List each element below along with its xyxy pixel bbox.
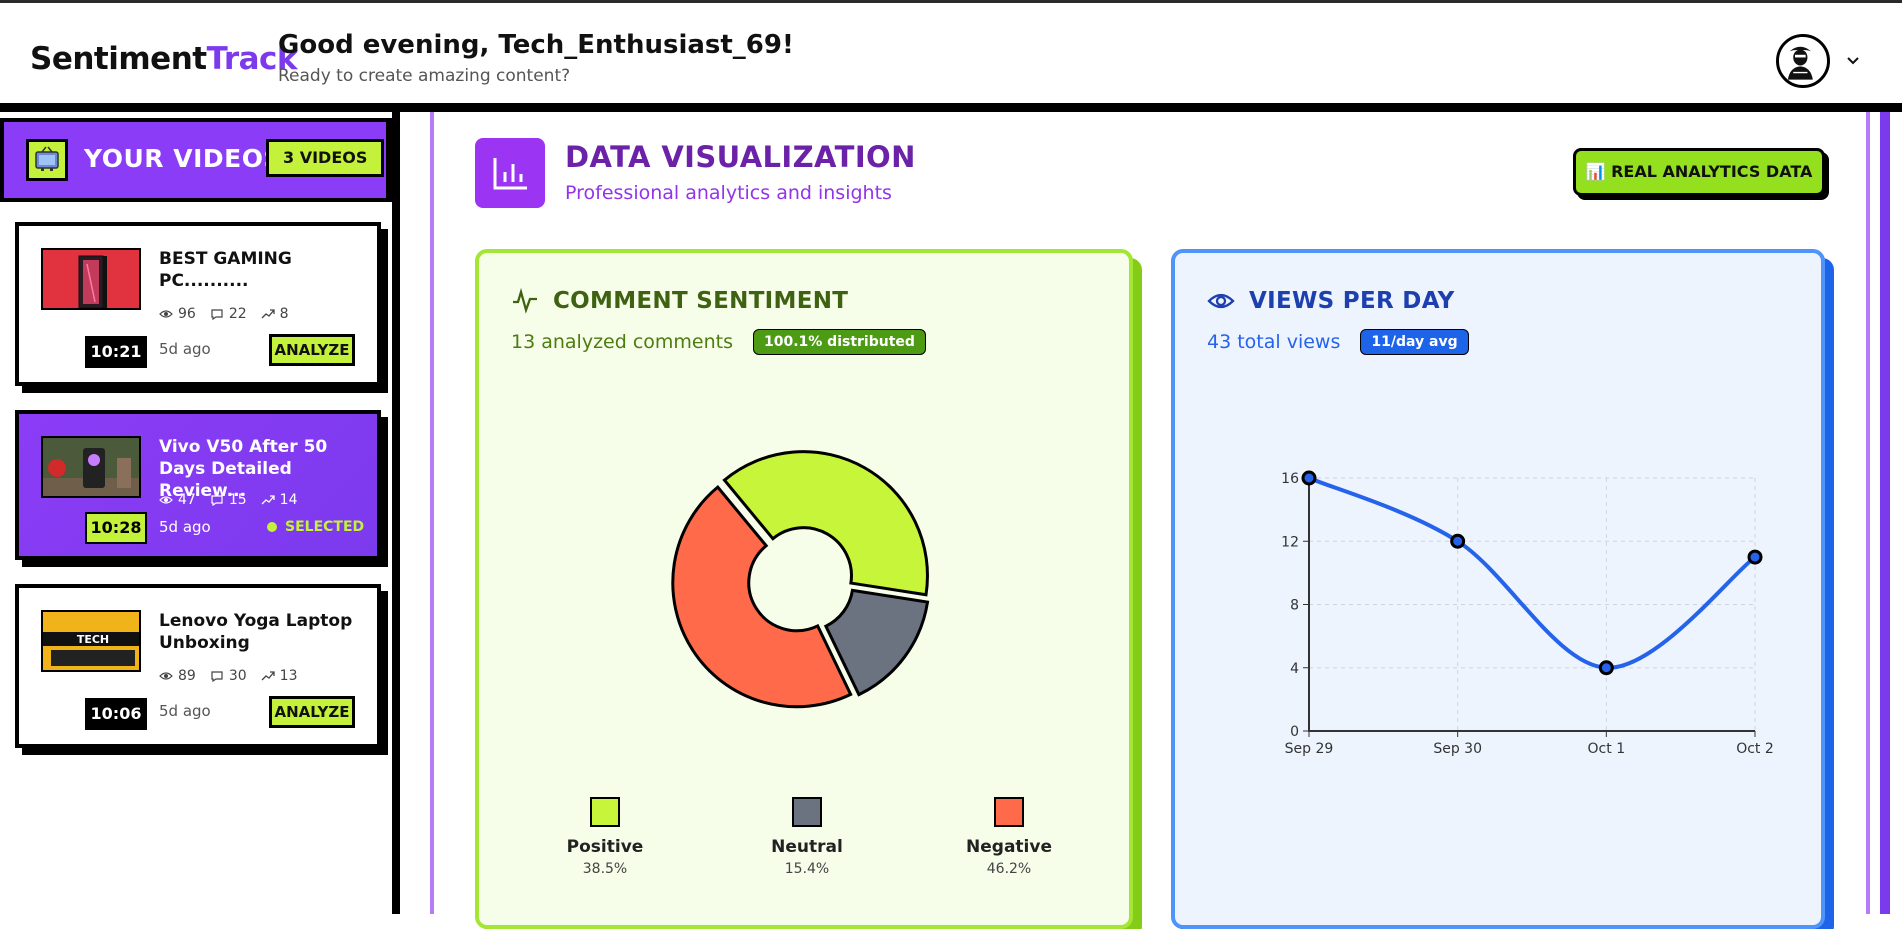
video-title: Lenovo Yoga Laptop Unboxing <box>159 611 353 653</box>
trend-count: 8 <box>279 306 289 322</box>
chevron-down-icon[interactable] <box>1844 51 1862 69</box>
sentiment-summary: 13 analyzed comments <box>511 331 733 353</box>
greeting-text: Good evening, Tech_Enthusiast_69! <box>278 30 794 60</box>
view-count: 96 <box>178 306 196 322</box>
status-dot <box>267 522 277 532</box>
data-point[interactable] <box>1747 549 1763 565</box>
y-tick-label: 4 <box>1290 661 1299 677</box>
y-tick-label: 12 <box>1281 534 1299 550</box>
legend-positive: Positive 38.5% <box>545 797 665 877</box>
real-analytics-button[interactable]: 📊 REAL ANALYTICS DATA <box>1573 148 1825 196</box>
views-title: VIEWS PER DAY <box>1207 287 1455 315</box>
duration-badge: 10:21 <box>85 336 147 368</box>
x-tick-label: Sep 29 <box>1285 741 1334 757</box>
trend-icon <box>261 309 275 319</box>
sidebar-title: YOUR VIDEOS <box>84 144 282 173</box>
eye-icon <box>159 672 173 680</box>
greeting-subtitle: Ready to create amazing content? <box>278 66 571 86</box>
data-point[interactable] <box>1598 660 1614 676</box>
video-thumbnail <box>41 248 141 310</box>
data-point[interactable] <box>1301 470 1317 486</box>
data-point[interactable] <box>1450 533 1466 549</box>
selected-indicator: SELECTED <box>267 519 364 535</box>
video-stats: 89 30 13 <box>159 668 297 684</box>
upload-age: 5d ago <box>159 340 211 358</box>
right-accent-bar <box>1880 112 1890 914</box>
upload-age: 5d ago <box>159 518 211 536</box>
video-thumbnail: TECH <box>41 610 141 672</box>
eye-icon <box>159 310 173 318</box>
sentiment-title: COMMENT SENTIMENT <box>511 287 848 315</box>
comment-icon <box>211 309 223 321</box>
video-card[interactable]: TECH Lenovo Yoga Laptop Unboxing 89 30 1… <box>15 584 381 748</box>
sidebar-header: YOUR VIDEOS 3 VIDEOS <box>0 118 392 202</box>
video-sidebar: YOUR VIDEOS 3 VIDEOS BEST GAMING PC.....… <box>0 112 400 914</box>
y-tick-label: 16 <box>1281 471 1299 487</box>
x-tick-label: Oct 2 <box>1736 741 1774 757</box>
top-header: SentimentTrack Good evening, Tech_Enthus… <box>0 0 1902 112</box>
tv-icon <box>26 139 68 181</box>
legend-swatch <box>590 797 620 827</box>
page-title: DATA VISUALIZATION <box>565 140 916 174</box>
analyze-button[interactable]: ANALYZE <box>269 334 355 366</box>
y-tick-label: 8 <box>1290 598 1299 614</box>
upload-age: 5d ago <box>159 702 211 720</box>
views-panel: VIEWS PER DAY 43 total views 11/day avg … <box>1171 249 1825 929</box>
legend-neutral: Neutral 15.4% <box>747 797 867 877</box>
trend-count: 13 <box>279 668 298 684</box>
video-thumbnail <box>41 436 141 498</box>
bar-chart-icon <box>475 138 545 208</box>
trend-icon <box>261 671 275 681</box>
legend-negative: Negative 46.2% <box>949 797 1069 877</box>
distribution-pill: 100.1% distributed <box>753 329 926 355</box>
chart-axes <box>1308 472 1755 732</box>
avatar[interactable] <box>1776 34 1830 88</box>
avatar-image <box>1779 37 1822 80</box>
comment-icon <box>211 671 223 683</box>
video-stats: 47 15 14 <box>159 492 297 508</box>
comment-count: 15 <box>228 492 247 508</box>
duration-badge: 10:06 <box>85 698 147 730</box>
eye-icon <box>1207 293 1235 309</box>
video-card-selected[interactable]: Vivo V50 After 50 Days Detailed Review..… <box>15 410 381 560</box>
legend-swatch <box>792 797 822 827</box>
sentiment-meta: 13 analyzed comments 100.1% distributed <box>511 329 926 355</box>
x-tick-label: Oct 1 <box>1588 741 1626 757</box>
trend-icon <box>261 495 275 505</box>
daily-average-pill: 11/day avg <box>1360 329 1469 355</box>
views-meta: 43 total views 11/day avg <box>1207 329 1469 355</box>
view-count: 47 <box>178 492 196 508</box>
views-series-line <box>1308 476 1757 670</box>
view-count: 89 <box>178 668 196 684</box>
eye-icon <box>159 496 173 504</box>
video-title: BEST GAMING PC.......... <box>159 249 292 291</box>
x-tick-label: Sep 30 <box>1433 741 1482 757</box>
video-count-badge: 3 VIDEOS <box>266 139 385 177</box>
sentiment-panel: COMMENT SENTIMENT 13 analyzed comments 1… <box>475 249 1133 929</box>
views-summary: 43 total views <box>1207 331 1341 353</box>
video-card[interactable]: BEST GAMING PC.......... 96 22 8 10:21 5… <box>15 222 381 386</box>
page-subtitle: Professional analytics and insights <box>565 182 892 204</box>
sentiment-donut-chart <box>671 450 930 709</box>
views-line-chart: 0 4 8 12 16 Sep 29 Sep 30 Oct 1 Oct 2 <box>1281 470 1774 757</box>
donut-slice-positive[interactable] <box>722 450 929 597</box>
legend-swatch <box>994 797 1024 827</box>
video-stats: 96 22 8 <box>159 306 289 322</box>
app-logo[interactable]: SentimentTrack <box>30 41 298 77</box>
comment-icon <box>211 495 223 507</box>
right-margin <box>1890 112 1902 914</box>
svg-text:TECH: TECH <box>77 633 109 646</box>
trend-count: 14 <box>279 492 298 508</box>
duration-badge: 10:28 <box>85 512 147 544</box>
analyze-button[interactable]: ANALYZE <box>269 696 355 728</box>
comment-count: 22 <box>228 306 247 322</box>
activity-icon <box>513 287 537 314</box>
y-tick-label: 0 <box>1290 724 1299 740</box>
comment-count: 30 <box>228 668 247 684</box>
